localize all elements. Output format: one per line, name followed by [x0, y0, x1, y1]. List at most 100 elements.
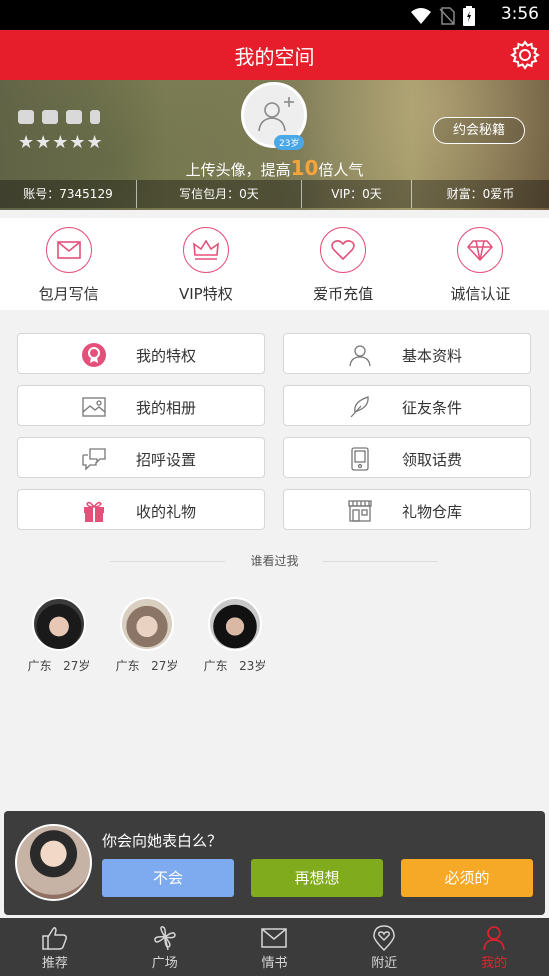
- quick-monthly-letters[interactable]: 包月写信: [0, 218, 137, 310]
- tab-label: 情书: [261, 956, 288, 971]
- visitor-item[interactable]: 广东 27岁: [24, 597, 94, 674]
- add-avatar-icon: [258, 97, 294, 132]
- visitor-age: 23岁: [239, 659, 267, 673]
- divider: [323, 561, 438, 562]
- think-again-button[interactable]: 再想想: [251, 859, 383, 897]
- upload-hint-prefix: 上传头像，提高: [185, 161, 291, 179]
- vip-badge-icon: [18, 110, 34, 124]
- visitor-info: 广东 23岁: [200, 657, 270, 674]
- profile-banner: ★★★★★ 23岁 上传头像，提高10倍人气 约会秘籍 账号：7345129 写…: [0, 80, 549, 210]
- title-bar: 我的空间: [0, 30, 549, 80]
- mail-icon: [261, 928, 288, 948]
- menu-partner-criteria[interactable]: 征友条件: [283, 385, 531, 426]
- feather-icon: [350, 396, 369, 418]
- visitor-info: 广东 27岁: [112, 657, 182, 674]
- visitor-avatar: [32, 597, 86, 651]
- upload-hint: 上传头像，提高10倍人气: [0, 156, 549, 180]
- tab-square[interactable]: 广场: [110, 918, 220, 976]
- menu-label: 礼物仓库: [402, 503, 463, 521]
- visitor-info: 广东 27岁: [24, 657, 94, 674]
- quick-label: 爱币充值: [313, 285, 374, 303]
- no-sim-icon: [439, 7, 455, 25]
- gear-icon[interactable]: [509, 39, 541, 71]
- account-stats: 账号：7345129 写信包月：0天 VIP：0天 财富：0爱币: [0, 180, 549, 208]
- popup-avatar: [15, 824, 92, 901]
- visitor-region: 广东: [27, 659, 52, 673]
- mobile-verified-icon: [90, 110, 100, 124]
- visitor-age: 27岁: [63, 659, 91, 673]
- phone-icon: [351, 447, 369, 471]
- page-title: 我的空间: [234, 45, 315, 69]
- quick-actions: 包月写信 VIP特权 爱币充值 诚信认证: [0, 218, 549, 310]
- menu-gift-warehouse[interactable]: 礼物仓库: [283, 489, 531, 530]
- rating-stars: ★★★★★: [18, 132, 104, 153]
- dating-tips-button[interactable]: 约会秘籍: [433, 117, 525, 144]
- tab-nearby[interactable]: 附近: [329, 918, 439, 976]
- visitor-age: 27岁: [151, 659, 179, 673]
- quick-verification[interactable]: 诚信认证: [412, 218, 549, 310]
- menu-received-gifts[interactable]: 收的礼物: [17, 489, 265, 530]
- menu-label: 基本资料: [402, 347, 463, 365]
- clock: 3:56: [500, 4, 539, 24]
- visitor-avatar: [208, 597, 262, 651]
- menu-my-album[interactable]: 我的相册: [17, 385, 265, 426]
- age-badge: 23岁: [274, 135, 305, 150]
- diamond-icon: [457, 227, 504, 273]
- upload-hint-suffix: 倍人气: [318, 161, 364, 179]
- person-icon: [483, 926, 505, 951]
- confession-popup: 你会向她表白么？ 不会 再想想 必须的: [4, 811, 545, 915]
- battery-icon: [463, 6, 475, 26]
- upload-hint-multiplier: 10: [290, 156, 319, 180]
- person-icon: [349, 345, 371, 367]
- bottom-tab-bar: 推荐 广场 情书 附近 我的: [0, 918, 549, 976]
- tab-recommend[interactable]: 推荐: [0, 918, 110, 976]
- wifi-icon: [411, 8, 431, 24]
- tab-label: 推荐: [41, 956, 68, 971]
- quick-recharge[interactable]: 爱币充值: [275, 218, 412, 310]
- crown-icon: [182, 227, 229, 273]
- heart-icon: [320, 227, 367, 273]
- who-viewed-me-title: 谁看过我: [250, 554, 299, 568]
- no-button[interactable]: 不会: [102, 859, 234, 897]
- visitor-item[interactable]: 广东 27岁: [112, 597, 182, 674]
- tab-love-letters[interactable]: 情书: [220, 918, 330, 976]
- badge-icon: [82, 343, 106, 367]
- menu-label: 我的特权: [136, 347, 197, 365]
- thumbs-up-icon: [42, 926, 67, 950]
- menu-label: 领取话费: [402, 451, 463, 469]
- menu-claim-phone-credit[interactable]: 领取话费: [283, 437, 531, 478]
- store-icon: [348, 500, 372, 522]
- stat-account: 账号：7345129: [0, 180, 137, 208]
- menu-label: 征友条件: [402, 399, 463, 417]
- id-card-icon: [42, 110, 58, 124]
- tab-label: 我的: [481, 956, 508, 971]
- menu-my-privileges[interactable]: 我的特权: [17, 333, 265, 374]
- quick-label: 包月写信: [38, 285, 99, 303]
- gift-icon: [84, 501, 104, 522]
- tab-label: 附近: [371, 956, 398, 971]
- visitor-region: 广东: [203, 659, 228, 673]
- visitor-avatar: [120, 597, 174, 651]
- must-button[interactable]: 必须的: [401, 859, 533, 897]
- stat-wealth: 财富：0爱币: [446, 187, 515, 201]
- envelope-icon: [45, 227, 92, 273]
- tab-mine[interactable]: 我的: [439, 918, 549, 976]
- menu-label: 我的相册: [136, 399, 197, 417]
- stat-vip: VIP：0天: [302, 180, 412, 208]
- tab-label: 广场: [151, 956, 178, 971]
- status-icons: [411, 6, 475, 26]
- visitor-region: 广东: [115, 659, 140, 673]
- quick-vip[interactable]: VIP特权: [137, 218, 274, 310]
- visitor-item[interactable]: 广东 23岁: [200, 597, 270, 674]
- stat-monthly-letters: 写信包月：0天: [137, 180, 302, 208]
- location-pin-icon: [373, 925, 396, 951]
- popup-question: 你会向她表白么？: [102, 832, 223, 850]
- menu-label: 收的礼物: [136, 503, 197, 521]
- menu-greeting-settings[interactable]: 招呼设置: [17, 437, 265, 478]
- clover-icon: [153, 926, 176, 951]
- status-bar: 3:56: [0, 0, 549, 30]
- menu-basic-info[interactable]: 基本资料: [283, 333, 531, 374]
- photo-icon: [82, 397, 106, 417]
- chat-bubbles-icon: [82, 448, 106, 471]
- quick-label: 诚信认证: [450, 285, 511, 303]
